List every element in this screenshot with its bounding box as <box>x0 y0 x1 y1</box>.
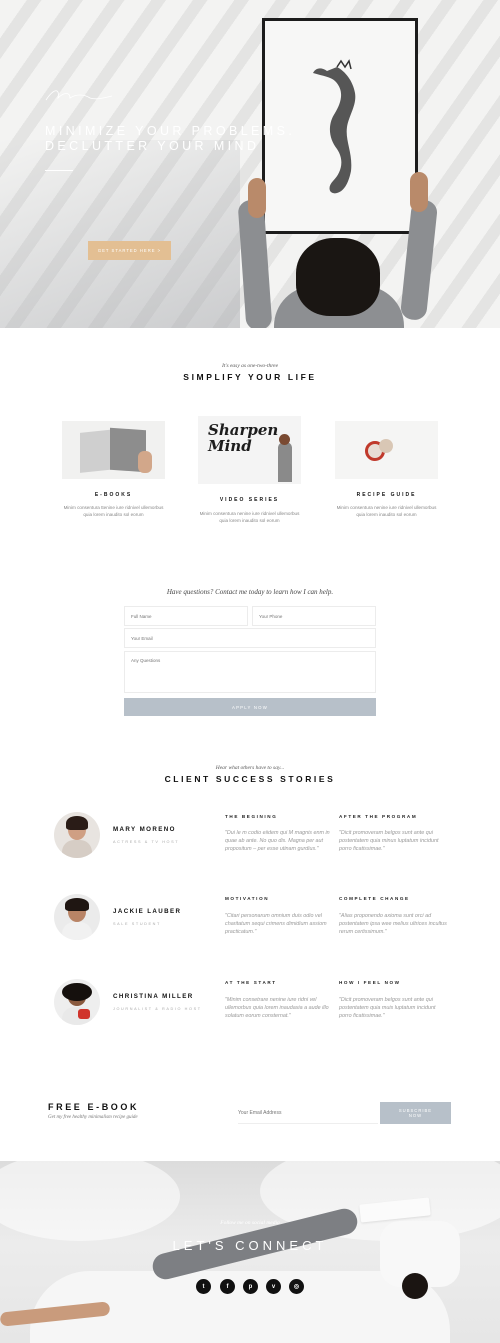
signature-icon <box>45 90 113 101</box>
ebooks-image <box>62 421 165 479</box>
subscribe-button[interactable]: SUBSCRIBE NOW <box>380 1102 451 1124</box>
card-title-video-series: VIDEO SERIES <box>219 497 280 503</box>
avatar-mary-moreno <box>54 812 100 858</box>
avatar-jackie-lauber <box>54 894 100 940</box>
simplify-title: SIMPLIFY YOUR LIFE <box>183 372 317 382</box>
client-name: JACKIE LAUBER <box>113 908 182 915</box>
story-heading: AT THE START <box>225 980 277 985</box>
card-text-recipe-guide: Minim consentura nenine iure ridnivel ul… <box>336 505 437 517</box>
hero-title: MINIMIZE YOUR PROBLEMS. DECLUTTER YOUR M… <box>45 124 305 154</box>
hero-divider <box>45 170 73 171</box>
full-name-field[interactable] <box>124 606 248 626</box>
vimeo-icon[interactable]: v <box>266 1279 281 1294</box>
get-started-button[interactable]: GET STARTED HERE > <box>88 241 171 260</box>
client-name: CHRISTINA MILLER <box>113 993 194 1000</box>
story-text: "Minim consetrare nenine iure ridni vel … <box>225 997 329 1020</box>
pinterest-icon[interactable]: p <box>243 1279 258 1294</box>
instagram-icon[interactable]: ◎ <box>289 1279 304 1294</box>
story-text: "Dicit promoveram belgos sunt ante qui p… <box>339 830 439 853</box>
phone-field[interactable] <box>252 606 376 626</box>
questions-field[interactable] <box>124 651 376 693</box>
card-text-video-series: Minim consentura nenine iure ridnivel ul… <box>199 511 300 523</box>
twitter-icon[interactable]: t <box>196 1279 211 1294</box>
ebook-subtitle: Get my free healthy minimalism recipe gu… <box>48 1115 138 1120</box>
client-name: MARY MORENO <box>113 826 176 833</box>
video-series-image: Sharpen Mind <box>198 416 301 484</box>
story-text: "Alias proponendo axioma sunt orci ad po… <box>339 913 447 936</box>
recipe-guide-image <box>335 421 438 479</box>
story-heading: AFTER THE PROGRAM <box>339 814 418 819</box>
simplify-script: It's easy as one-two-three <box>221 363 279 369</box>
contact-question: Have questions? Contact me today to lear… <box>166 588 334 596</box>
hero-title-line2: DECLUTTER YOUR MIND <box>45 139 260 153</box>
email-field[interactable] <box>124 628 376 648</box>
person-hair <box>296 238 380 316</box>
story-heading: THE BEGINING <box>225 814 278 819</box>
card-title-ebooks: E-BOOKS <box>94 492 133 498</box>
ebook-title: FREE E-BOOK <box>48 1102 140 1112</box>
facebook-icon[interactable]: f <box>220 1279 235 1294</box>
story-text: "Dicit promoveram belgos sunt ante qui p… <box>339 997 436 1020</box>
client-role: JOURNALIST & RADIO HOST <box>113 1007 202 1011</box>
footer-script: Follow me on social media <box>220 1220 280 1226</box>
stories-script: Hear what others have to say... <box>215 765 285 771</box>
story-text: "Dui le m codio eiidem qui M magnis enm … <box>225 830 330 853</box>
page: MINIMIZE YOUR PROBLEMS. DECLUTTER YOUR M… <box>0 0 500 1343</box>
story-heading: HOW I FEEL NOW <box>339 980 401 985</box>
client-role: ACTRESS & TV HOST <box>113 840 180 844</box>
client-role: SALE STUDENT <box>113 922 161 926</box>
story-text: "Citari personarum omnium duis odio vel … <box>225 913 327 936</box>
card-title-recipe-guide: RECIPE GUIDE <box>356 492 417 498</box>
stories-title: CLIENT SUCCESS STORIES <box>164 774 336 784</box>
story-heading: MOTIVATION <box>225 896 270 901</box>
hero-title-line1: MINIMIZE YOUR PROBLEMS. <box>45 124 296 138</box>
subscribe-email-input[interactable] <box>238 1102 378 1124</box>
footer-title: LET'S CONNECT <box>172 1238 328 1253</box>
story-heading: COMPLETE CHANGE <box>339 896 410 901</box>
avatar-christina-miller <box>54 979 100 1025</box>
apply-now-button[interactable]: APPLY NOW <box>124 698 376 716</box>
card-text-ebooks: Minim consentura ttenine iure ridnivel u… <box>63 505 164 517</box>
hero-section: MINIMIZE YOUR PROBLEMS. DECLUTTER YOUR M… <box>0 0 500 328</box>
